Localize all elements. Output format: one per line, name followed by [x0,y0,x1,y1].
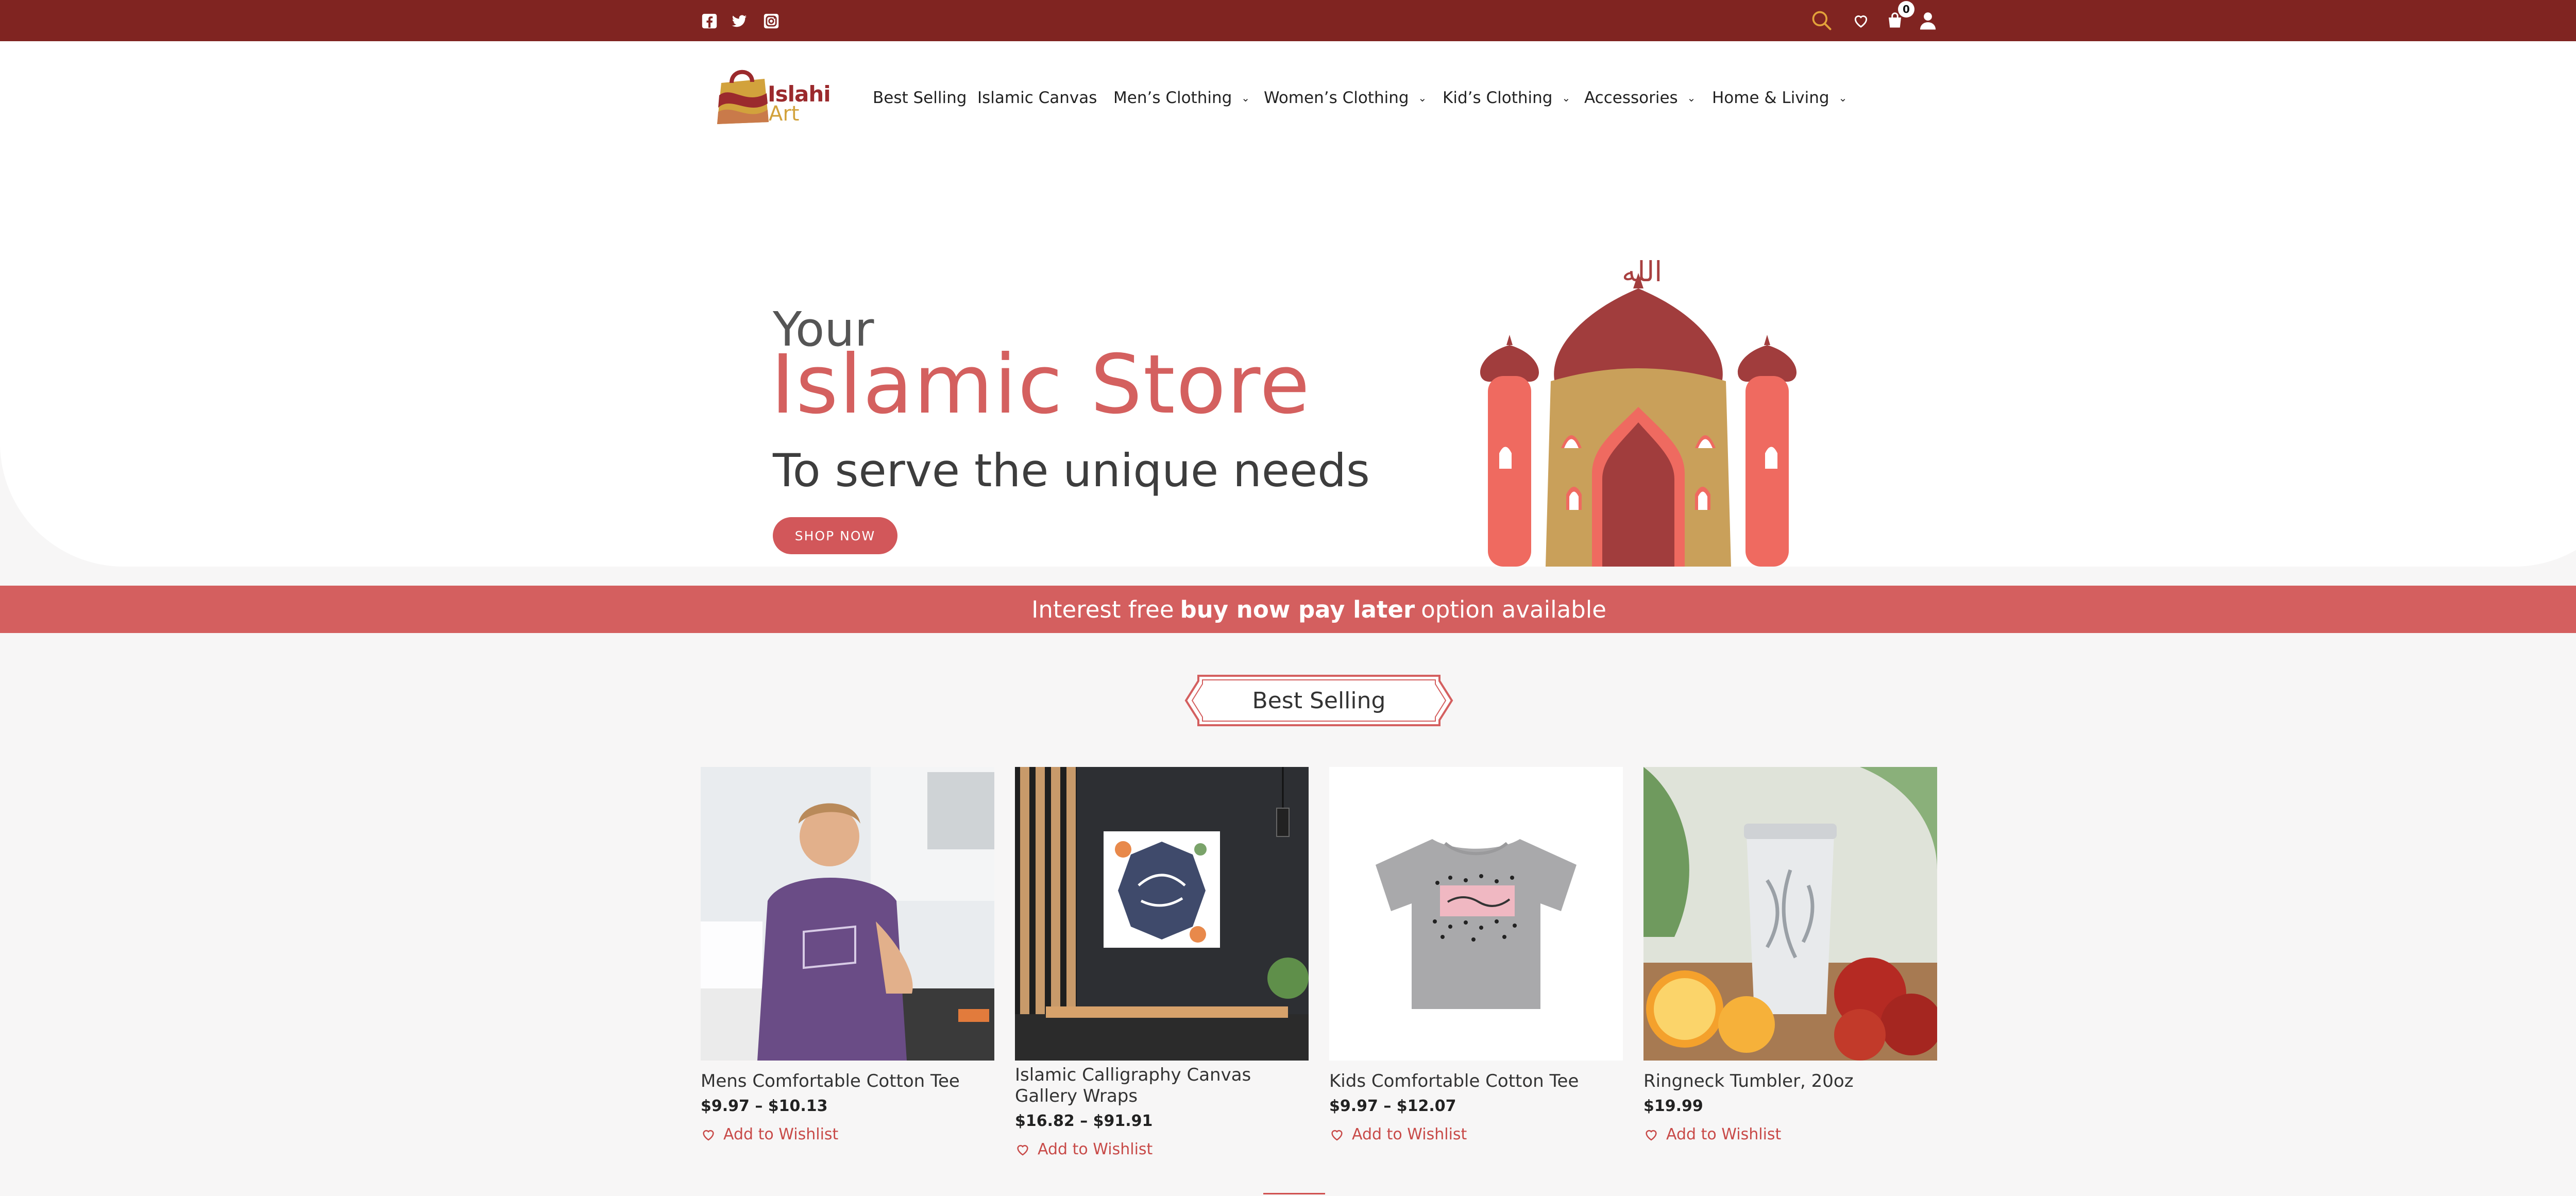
product-image-canvas[interactable] [1015,767,1309,1061]
product-price: $9.97 – $10.13 [701,1097,828,1115]
add-to-wishlist-button[interactable]: Add to Wishlist [701,1125,994,1143]
nav-label: Kid’s Clothing [1443,89,1553,107]
nav-label: Men’s Clothing [1113,89,1232,107]
add-to-wishlist-button[interactable]: Add to Wishlist [1643,1125,1937,1143]
wishlist-label: Add to Wishlist [1352,1125,1467,1143]
banner-prefix: Interest free [1031,595,1174,623]
facebook-icon[interactable] [701,12,718,30]
product-name[interactable]: Kids Comfortable Cotton Tee [1329,1071,1623,1092]
instagram-icon[interactable] [762,12,780,30]
product-card[interactable]: Islamic Calligraphy Canvas Gallery Wraps… [1015,767,1309,1158]
product-card[interactable]: Ringneck Tumbler, 20oz $19.99 Add to Wis… [1643,767,1937,1143]
chevron-down-icon: ⌄ [1687,92,1696,104]
product-name[interactable]: Ringneck Tumbler, 20oz [1643,1071,1937,1092]
product-card[interactable]: Mens Comfortable Cotton Tee $9.97 – $10.… [701,767,994,1143]
twitter-icon[interactable] [731,12,748,30]
product-image-mens-tee[interactable] [701,767,994,1061]
nav-kids-clothing[interactable]: Kid’s Clothing ⌄ [1443,85,1570,111]
chevron-down-icon: ⌄ [1562,92,1571,104]
section-divider [1263,1193,1325,1194]
nav-label: Women’s Clothing [1264,89,1409,107]
product-price: $16.82 – $91.91 [1015,1112,1153,1130]
product-image-tumbler[interactable] [1643,767,1937,1061]
search-icon[interactable] [1809,8,1834,33]
wishlist-label: Add to Wishlist [1666,1125,1782,1143]
heart-icon [1646,1130,1657,1140]
add-to-wishlist-button[interactable]: Add to Wishlist [1015,1140,1309,1158]
heart-icon[interactable] [1851,8,1871,33]
hero-subtitle: To serve the unique needs [773,444,1370,497]
heart-icon [1017,1144,1028,1155]
mosque-illustration [1480,273,1797,567]
top-bar: 0 [0,0,2576,41]
allah-calligraphy: الله [1622,255,1663,288]
nav-mens-clothing[interactable]: Men’s Clothing ⌄ [1113,85,1250,111]
heart-icon [703,1130,714,1140]
chevron-down-icon: ⌄ [1241,92,1250,104]
chevron-down-icon: ⌄ [1838,92,1848,104]
product-price: $9.97 – $12.07 [1329,1097,1456,1115]
section-title-frame: Best Selling [1183,674,1455,727]
banner-suffix: option available [1421,595,1606,623]
shop-now-button[interactable]: SHOP NOW [773,517,897,554]
nav-label: Home & Living [1712,89,1829,107]
promo-banner: Interest free buy now pay later option a… [0,586,2576,633]
chevron-down-icon: ⌄ [1418,92,1427,104]
add-to-wishlist-button[interactable]: Add to Wishlist [1329,1125,1623,1143]
logo-text-art: Art [769,102,800,126]
product-price: $19.99 [1643,1097,1703,1115]
product-name[interactable]: Mens Comfortable Cotton Tee [701,1071,994,1092]
nav-best-selling[interactable]: Best Selling [873,85,967,111]
cart-count-badge: 0 [1898,1,1914,18]
heart-icon [1331,1130,1343,1140]
nav-womens-clothing[interactable]: Women’s Clothing ⌄ [1264,85,1427,111]
nav-label: Best Selling [873,89,967,107]
nav-label: Islamic Canvas [977,89,1097,107]
section-title: Best Selling [1252,687,1386,714]
wishlist-label: Add to Wishlist [723,1125,839,1143]
nav-accessories[interactable]: Accessories ⌄ [1584,85,1696,111]
user-icon[interactable] [1917,8,1939,33]
nav-home-living[interactable]: Home & Living ⌄ [1712,85,1847,111]
product-image-kids-tee[interactable] [1329,767,1623,1061]
banner-highlight: buy now pay later [1180,595,1415,623]
hero-title: Islamic Store [771,337,1311,432]
product-card[interactable]: Kids Comfortable Cotton Tee $9.97 – $12.… [1329,767,1623,1143]
product-name[interactable]: Islamic Calligraphy Canvas Gallery Wraps [1015,1065,1309,1107]
wishlist-label: Add to Wishlist [1038,1140,1153,1158]
nav-label: Accessories [1584,89,1678,107]
nav-islamic-canvas[interactable]: Islamic Canvas [977,85,1097,111]
